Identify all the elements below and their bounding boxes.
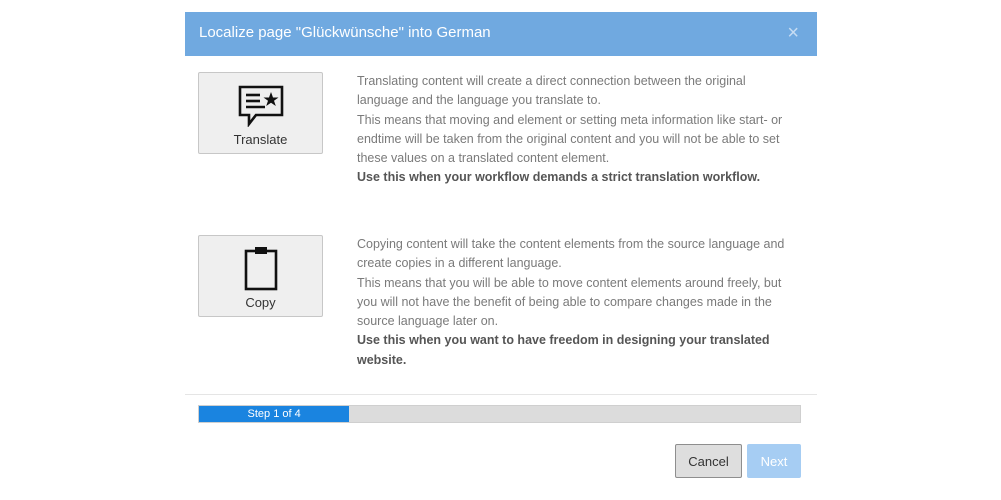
clipboard-icon [244,247,277,291]
cancel-button[interactable]: Cancel [675,444,742,478]
progress-bar: Step 1 of 4 [198,405,801,423]
translate-description-line: Translating content will create a direct… [357,74,746,108]
translate-label: Translate [233,132,288,147]
option-copy: Copy Copying content will take the conte… [198,235,810,375]
copy-button[interactable]: Copy [198,235,323,317]
copy-label: Copy [245,295,276,310]
translate-button[interactable]: Translate [198,72,323,154]
translate-description-line: This means that moving and element or se… [357,112,783,166]
next-button[interactable]: Next [747,444,801,478]
close-icon[interactable]: × [787,22,799,44]
option-translate: Translate Translating content will creat… [198,72,810,192]
copy-description-line: This means that you will be able to move… [357,275,782,329]
progress-label: Step 1 of 4 [247,408,301,420]
dialog-header: Localize page "Glückwünsche" into German… [185,12,817,56]
divider [185,394,817,395]
translate-emphasis: Use this when your workflow demands a st… [357,170,761,185]
copy-description: Copying content will take the content el… [357,235,797,370]
dialog-title: Localize page "Glückwünsche" into German [199,24,491,41]
localize-dialog: Localize page "Glückwünsche" into German… [185,12,817,500]
translate-description: Translating content will create a direct… [357,72,797,188]
copy-description-line: Copying content will take the content el… [357,237,785,271]
copy-emphasis: Use this when you want to have freedom i… [357,333,770,367]
speech-bubble-star-icon [238,85,283,127]
